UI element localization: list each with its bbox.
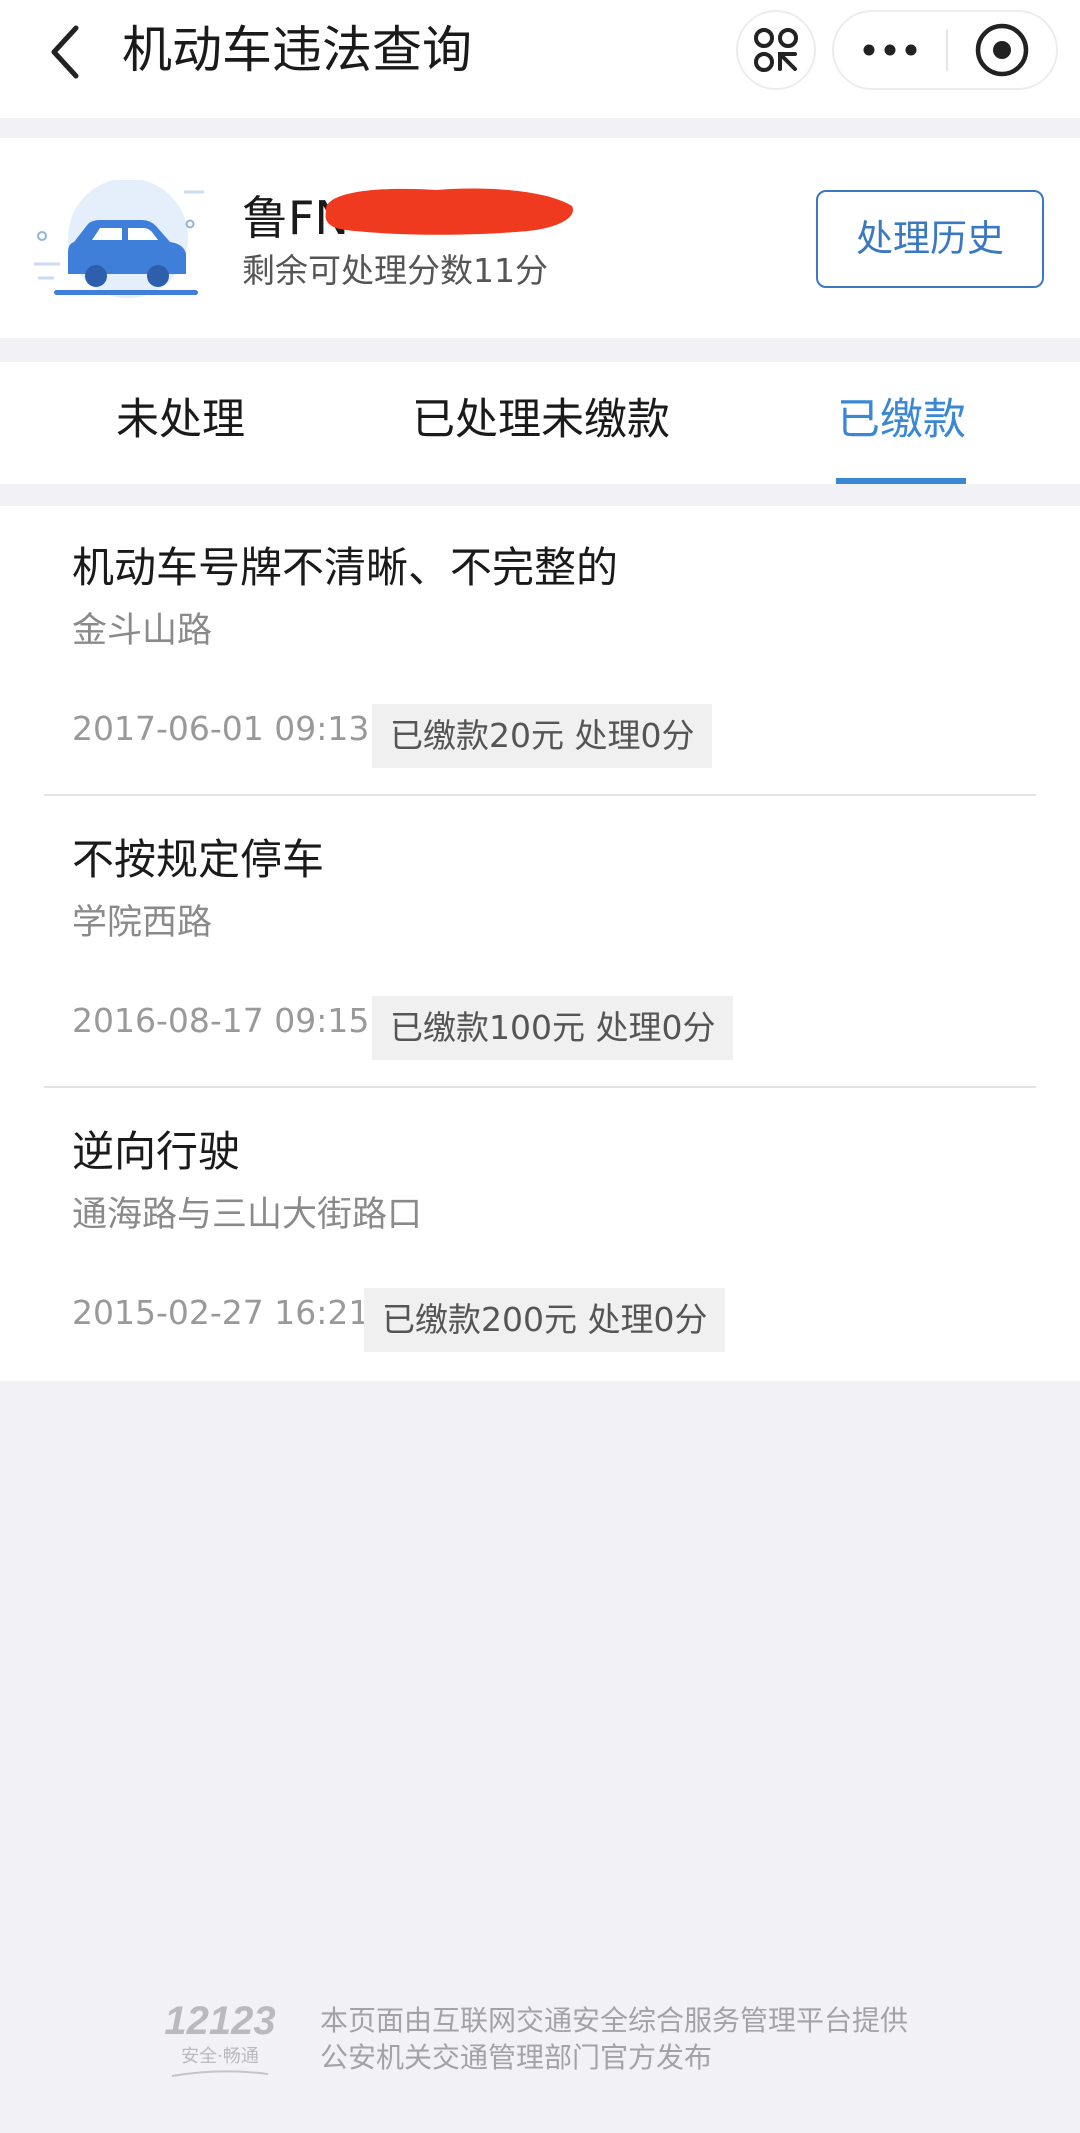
- mini-program-capsule: [832, 10, 1058, 90]
- violation-title: 机动车号牌不清晰、不完整的: [72, 543, 619, 592]
- logo-number: 12123: [164, 1999, 275, 2043]
- violation-location: 金斗山路: [72, 611, 213, 651]
- violation-list: 机动车号牌不清晰、不完整的 金斗山路 2017-06-01 09:13 已缴款2…: [0, 506, 1080, 1381]
- page-title: 机动车违法查询: [122, 21, 472, 79]
- redaction-mark: [325, 188, 573, 235]
- footer-line-1: 本页面由互联网交通安全综合服务管理平台提供: [320, 2004, 909, 2037]
- status-tabs: 未处理 已处理未缴款 已缴款: [0, 362, 1080, 484]
- history-button[interactable]: 处理历史: [816, 190, 1044, 288]
- scan-button[interactable]: [736, 10, 816, 90]
- scan-icon: [754, 28, 798, 72]
- car-icon: [34, 180, 204, 298]
- tab-processed-unpaid[interactable]: 已处理未缴款: [412, 388, 670, 452]
- tab-paid[interactable]: 已缴款: [837, 388, 966, 452]
- status-badge: 已缴款100元 处理0分: [372, 996, 734, 1060]
- violation-location: 通海路与三山大街路口: [72, 1195, 423, 1235]
- logo-slogan: 安全·畅通: [181, 2046, 259, 2067]
- vehicle-card: 鲁FN 剩余可处理分数11分 处理历史: [0, 138, 1080, 338]
- list-item[interactable]: 不按规定停车 学院西路 2016-08-17 09:15 已缴款100元 处理0…: [0, 798, 1080, 1088]
- violation-title: 不按规定停车: [72, 835, 325, 884]
- violation-datetime: 2015-02-27 16:21: [72, 1293, 370, 1332]
- status-badge: 已缴款200元 处理0分: [364, 1288, 726, 1352]
- nav-bar: 机动车违法查询: [0, 0, 1080, 118]
- active-tab-indicator: [836, 478, 966, 484]
- violation-location: 学院西路: [72, 903, 213, 943]
- list-item[interactable]: 逆向行驶 通海路与三山大街路口 2015-02-27 16:21 已缴款200元…: [0, 1090, 1080, 1380]
- more-button[interactable]: [834, 12, 946, 88]
- back-button[interactable]: [36, 18, 96, 86]
- list-item[interactable]: 机动车号牌不清晰、不完整的 金斗山路 2017-06-01 09:13 已缴款2…: [0, 506, 1080, 796]
- divider: [44, 794, 1036, 796]
- footer-line-2: 公安机关交通管理部门官方发布: [320, 2041, 713, 2074]
- violation-title: 逆向行驶: [72, 1127, 241, 1176]
- 12123-logo: 12123 安全·畅通: [164, 1999, 276, 2077]
- divider: [44, 1086, 1036, 1088]
- footer-text: 本页面由互联网交通安全综合服务管理平台提供 公安机关交通管理部门官方发布: [320, 2002, 908, 2076]
- status-badge: 已缴款20元 处理0分: [372, 704, 713, 768]
- target-close-icon: [975, 23, 1029, 77]
- violation-datetime: 2016-08-17 09:15: [72, 1001, 370, 1040]
- footer: 12123 安全·畅通 本页面由互联网交通安全综合服务管理平台提供 公安机关交通…: [150, 1992, 950, 2092]
- tab-unprocessed[interactable]: 未处理: [116, 388, 245, 452]
- chevron-left-icon: [51, 25, 79, 79]
- close-button[interactable]: [948, 12, 1056, 88]
- violation-datetime: 2017-06-01 09:13: [72, 709, 370, 748]
- more-dots-icon: [863, 44, 917, 56]
- remaining-points: 剩余可处理分数11分: [242, 251, 548, 290]
